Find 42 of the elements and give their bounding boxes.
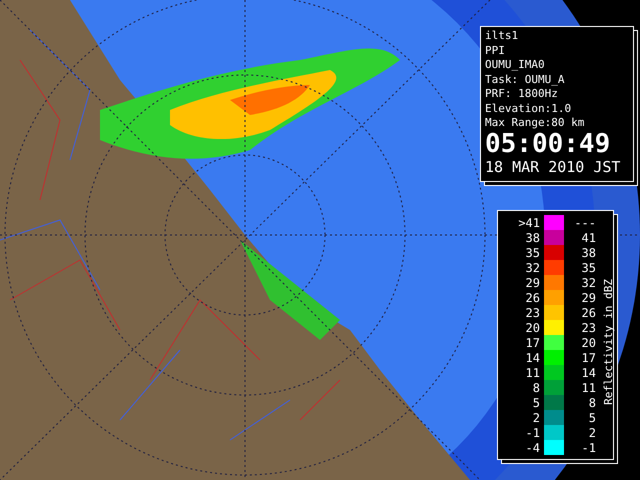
legend-low-value: >41 [517,216,541,230]
legend-low-value: 8 [532,380,541,394]
legend-low-value: 32 [524,260,541,274]
info-line: Elevation:1.0 [485,102,572,116]
info-line: OUMU_IMA0 [485,58,546,72]
info-line: ilts1 [485,29,520,44]
legend-high-value: 20 [580,336,596,350]
legend-high-value: 11 [580,380,596,394]
legend-high-value: 41 [580,230,596,244]
legend-high-value: 29 [580,290,596,304]
info-line: Max Range:80 km [485,116,586,130]
legend-high-value: 38 [580,246,596,260]
legend-low-value: 17 [524,336,541,350]
legend-high-value: 2 [588,426,596,440]
legend-high-value: 5 [588,410,596,424]
legend-low-value: 14 [524,350,541,364]
legend-low-value: -1 [524,426,541,440]
legend-high-value: 35 [580,260,596,274]
legend-high-value: 23 [580,320,596,334]
legend-high-value: 14 [580,366,596,380]
legend-high-value: --- [573,216,596,230]
legend-low-value: 2 [532,410,541,424]
legend-high-value: 26 [580,306,596,320]
legend-low-value: -4 [524,440,541,454]
legend-low-value: 23 [524,306,541,320]
legend-low-value: 26 [524,290,541,304]
time-label: 05:00:49 [485,130,612,156]
legend-low-value: 35 [524,246,541,260]
info-line: Task: OUMU_A [485,72,566,87]
legend-title: Reflectivity in dBZ [602,279,615,405]
info-line: PRF: 1800Hz [485,87,559,102]
legend-high-value: 32 [580,276,596,290]
info-line: PPI [485,44,506,58]
legend-low-value: 11 [524,366,541,380]
legend-low-value: 29 [524,276,541,290]
legend-high-value: 8 [588,396,596,410]
date-label: 18 MAR 2010 JST [485,158,620,176]
legend-high-value: -1 [580,440,596,454]
legend-high-value: 17 [580,350,596,364]
legend-low-value: 38 [524,230,541,244]
legend-low-value: 20 [524,320,541,334]
legend-low-value: 5 [532,396,541,410]
